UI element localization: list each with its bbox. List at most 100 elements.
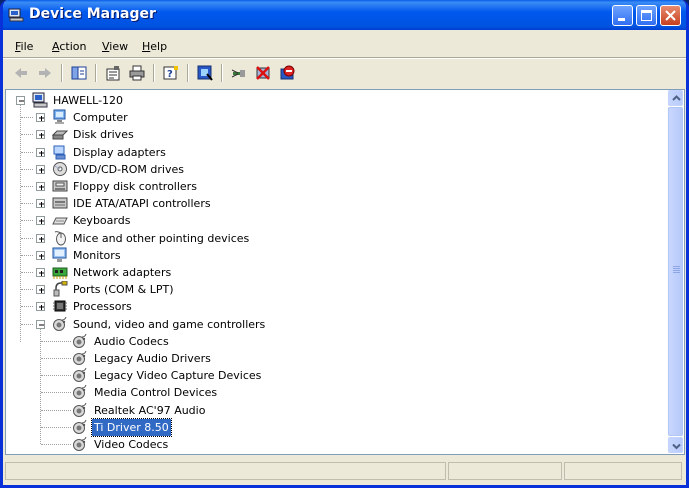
tree-device-item[interactable]: Legacy Video Capture Devices: [6, 367, 646, 384]
tree-item-label: Processors: [73, 300, 132, 314]
tree-category-item[interactable]: IDE ATA/ATAPI controllers: [6, 195, 646, 212]
menu-help[interactable]: Help: [142, 40, 167, 53]
mouse-icon: [52, 230, 68, 246]
uninstall-button[interactable]: [253, 63, 273, 83]
tree-category-item[interactable]: Display adapters: [6, 144, 646, 161]
dvd-drive-icon: [52, 161, 68, 177]
tree-item-label: Network adapters: [73, 266, 172, 279]
toolbar-separator: [221, 64, 223, 82]
device-tree: HAWELL-120 Computer Disk drives Display ada…: [6, 90, 668, 454]
tree-item-label: Floppy disk controllers: [73, 180, 197, 193]
tree-device-item[interactable]: Realtek AC'97 Audio: [6, 402, 646, 419]
tree-device-item[interactable]: Legacy Audio Drivers: [6, 350, 646, 367]
tree-item-label: Media Control Devices: [94, 386, 218, 400]
disable-icon: [280, 65, 295, 80]
print-button[interactable]: [127, 63, 147, 83]
forward-icon: [39, 68, 51, 78]
print-icon: [129, 65, 145, 81]
tree-category-item[interactable]: DVD/CD-ROM drives: [6, 161, 646, 178]
tree-item-label: Display adapters: [73, 145, 166, 159]
codec-icon: [72, 350, 88, 366]
tree-category-item[interactable]: Computer: [6, 109, 646, 126]
back-icon: [15, 68, 27, 78]
help-button[interactable]: ?: [161, 63, 181, 83]
tree-category-item[interactable]: Sound, video and game controllers: [6, 316, 646, 333]
vertical-scrollbar[interactable]: [667, 90, 684, 454]
close-button[interactable]: [660, 5, 681, 26]
processor-icon: [52, 298, 68, 314]
tree-category-item[interactable]: Disk drives: [6, 126, 646, 143]
window-title: Device Manager: [29, 6, 156, 22]
port-icon: [52, 280, 68, 297]
device-manager-window: Device Manager File Action View Help ? H…: [0, 0, 689, 488]
tree-category-item[interactable]: Mice and other pointing devices: [6, 230, 646, 247]
tree-item-label: HAWELL-120: [53, 94, 124, 107]
menu-file[interactable]: File: [15, 40, 33, 53]
ide-controller-icon: [52, 195, 68, 211]
scan-hardware-changes-button[interactable]: [195, 63, 215, 83]
tree-category-item[interactable]: Processors: [6, 298, 646, 315]
tree-device-item-selected[interactable]: Ti Driver 8.50: [6, 417, 646, 437]
disable-button[interactable]: [277, 63, 297, 83]
chevron-up-icon: [672, 95, 681, 101]
menu-bar: File Action View Help: [3, 33, 686, 57]
show-hide-console-tree-button[interactable]: [69, 63, 89, 83]
tree-item-label: Ports (COM & LPT): [73, 283, 174, 297]
codec-icon: [72, 419, 88, 435]
title-bar[interactable]: Device Manager: [3, 0, 686, 30]
tree-item-label: Legacy Audio Drivers: [94, 352, 211, 365]
status-pane-main: [5, 462, 446, 480]
maximize-button[interactable]: [636, 5, 657, 26]
minimize-button[interactable]: [612, 5, 633, 26]
toolbar-separator: [95, 64, 97, 82]
codec-icon: [72, 333, 88, 349]
tree-category-item[interactable]: Monitors: [6, 247, 646, 264]
tree-device-item[interactable]: Media Control Devices: [6, 384, 646, 401]
floppy-controller-icon: [52, 178, 68, 194]
chevron-down-icon: [672, 443, 681, 450]
tree-category-item[interactable]: Floppy disk controllers: [6, 178, 646, 195]
tree-item-label: Computer: [73, 111, 128, 125]
computer-icon: [52, 109, 68, 125]
tree-device-item[interactable]: Audio Codecs: [6, 333, 646, 350]
codec-icon: [72, 436, 88, 452]
tree-root-item[interactable]: HAWELL-120: [6, 92, 646, 109]
uninstall-icon: [256, 66, 270, 80]
show-hide-console-tree-icon: [71, 66, 87, 80]
toolbar-separator: [153, 64, 155, 82]
scroll-up-button[interactable]: [668, 90, 683, 106]
scan-hardware-changes-icon: [197, 65, 213, 81]
tree-item-label: Video Codecs: [94, 438, 169, 451]
svg-text:?: ?: [167, 69, 173, 80]
forward-button[interactable]: [35, 63, 55, 83]
help-icon: ?: [163, 66, 178, 80]
status-pane-3: [564, 462, 682, 480]
codec-icon: [72, 402, 88, 418]
tree-device-item[interactable]: Video Codecs: [6, 436, 646, 453]
menu-action[interactable]: Action: [52, 40, 86, 53]
scroll-down-button[interactable]: [668, 437, 683, 453]
root-computer-icon: [32, 92, 48, 108]
tree-category-item[interactable]: Keyboards: [6, 212, 646, 229]
toolbar-separator: [187, 64, 189, 82]
tree-item-label: Disk drives: [73, 128, 134, 142]
device-manager-app-icon: [8, 7, 24, 23]
tree-category-item[interactable]: Network adapters: [6, 264, 646, 281]
tree-item-label: Mice and other pointing devices: [73, 231, 250, 245]
properties-icon: [106, 66, 120, 81]
monitor-icon: [52, 247, 68, 263]
menu-view[interactable]: View: [102, 40, 128, 53]
toolbar: ?: [3, 59, 686, 87]
tree-category-item[interactable]: Ports (COM & LPT): [6, 280, 646, 298]
tree-item-label: IDE ATA/ATAPI controllers: [73, 197, 211, 211]
status-bar: [3, 459, 686, 485]
properties-button[interactable]: [103, 63, 123, 83]
scroll-thumb[interactable]: [668, 107, 683, 436]
status-pane-2: [448, 462, 562, 480]
network-adapter-icon: [52, 264, 68, 280]
back-button[interactable]: [11, 63, 31, 83]
codec-icon: [72, 367, 88, 383]
tree-item-label: Keyboards: [73, 214, 131, 228]
update-driver-button[interactable]: [229, 63, 249, 83]
sound-icon: [52, 316, 68, 332]
